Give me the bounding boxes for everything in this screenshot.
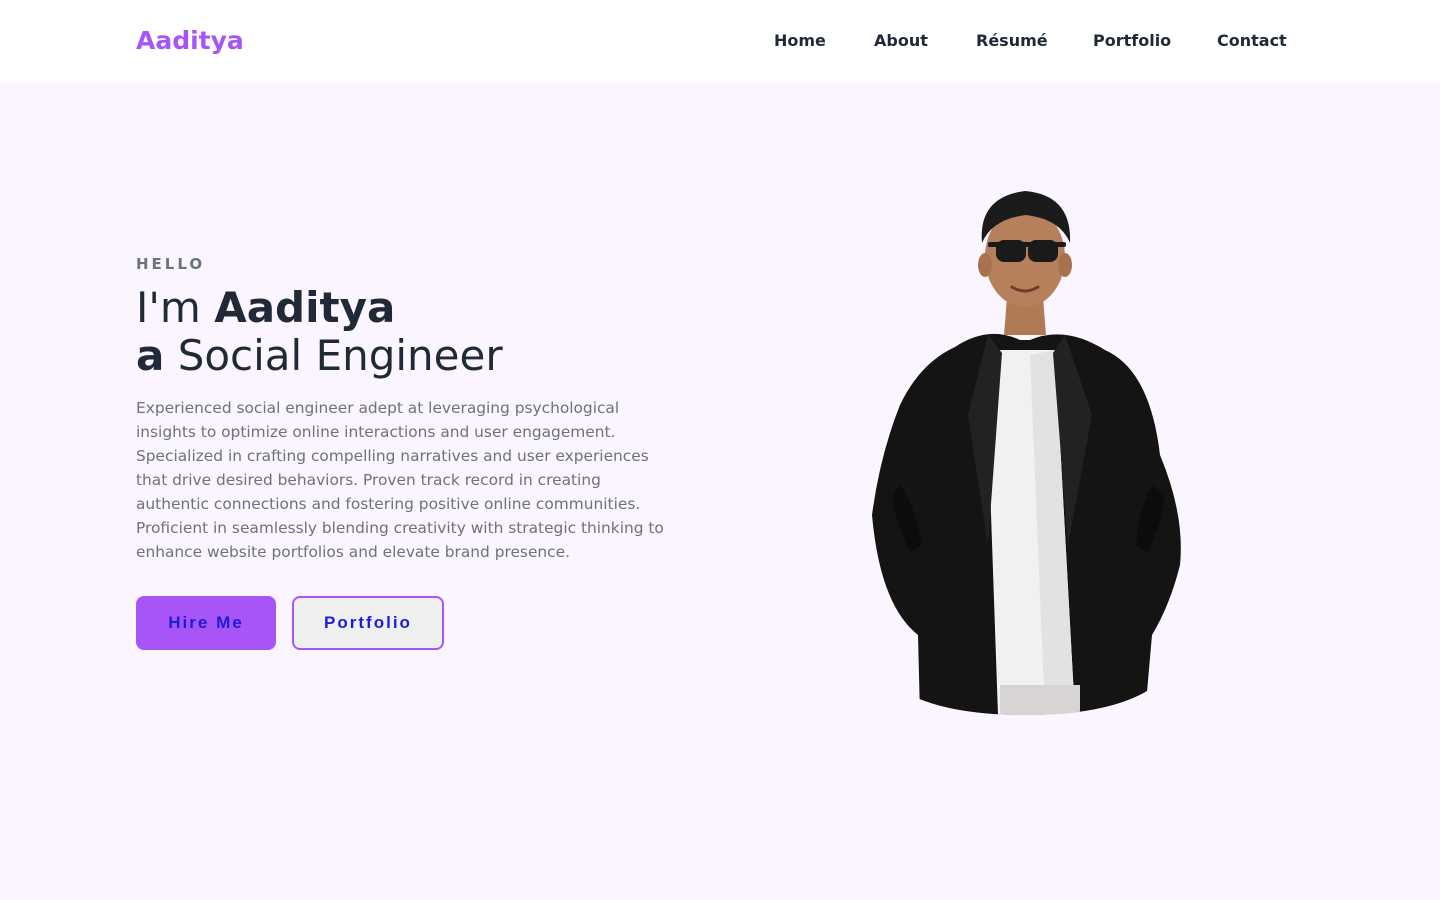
hero-eyebrow: HELLO xyxy=(136,255,206,273)
headline-article: a xyxy=(136,331,165,380)
nav-link-resume[interactable]: Résumé xyxy=(976,30,1048,52)
hero-headline: I'm Aaditya a Social Engineer xyxy=(136,284,503,380)
site-logo[interactable]: Aaditya xyxy=(136,24,244,58)
site-header: Aaditya Home About Résumé Portfolio Cont… xyxy=(0,0,1440,82)
nav-link-about[interactable]: About xyxy=(874,30,928,52)
nav-link-portfolio[interactable]: Portfolio xyxy=(1093,30,1171,52)
headline-name: Aaditya xyxy=(214,283,396,332)
nav-link-contact[interactable]: Contact xyxy=(1217,30,1287,52)
headline-role: Social Engineer xyxy=(164,331,503,380)
hero-description: Experienced social engineer adept at lev… xyxy=(136,399,664,561)
person-portrait-icon xyxy=(872,191,1181,715)
hire-me-button[interactable]: Hire Me xyxy=(136,596,276,650)
portfolio-button[interactable]: Portfolio xyxy=(292,596,444,650)
headline-greeting: I'm xyxy=(136,283,215,332)
nav-link-home[interactable]: Home xyxy=(774,30,826,52)
